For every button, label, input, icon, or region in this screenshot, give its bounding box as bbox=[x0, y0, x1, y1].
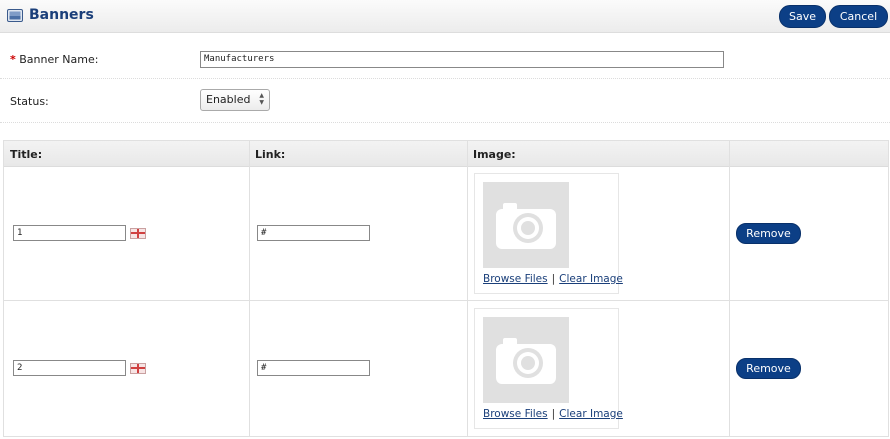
status-label: Status: bbox=[10, 95, 49, 108]
select-arrows-icon: ▲ ▼ bbox=[259, 92, 264, 106]
clear-image-link[interactable]: Clear Image bbox=[559, 408, 623, 420]
status-row: Status: Enabled ▲ ▼ bbox=[0, 86, 890, 123]
status-select[interactable]: Enabled ▲ ▼ bbox=[200, 89, 270, 111]
remove-button[interactable]: Remove bbox=[736, 223, 801, 244]
image-links: Browse Files | Clear Image bbox=[483, 408, 623, 420]
clear-image-link[interactable]: Clear Image bbox=[559, 273, 623, 285]
title-input[interactable]: 1 bbox=[13, 225, 126, 241]
banner-name-label: * Banner Name: bbox=[10, 53, 99, 66]
image-upload-box: Browse Files | Clear Image bbox=[474, 308, 623, 429]
page-header: Banners Save Cancel bbox=[0, 0, 890, 33]
status-select-value: Enabled bbox=[206, 93, 251, 106]
browse-files-link[interactable]: Browse Files bbox=[483, 273, 548, 285]
banner-images-table: Title: Link: Image: 1 # Browse Files | Cle… bbox=[3, 140, 889, 437]
banner-name-input[interactable]: Manufacturers bbox=[200, 51, 724, 68]
table-row: 1 # Browse Files | Clear Image Remove bbox=[4, 167, 888, 301]
language-flag-icon bbox=[130, 228, 146, 239]
image-links: Browse Files | Clear Image bbox=[483, 273, 623, 285]
banner-name-row: * Banner Name: Manufacturers bbox=[0, 40, 890, 79]
image-upload-box: Browse Files | Clear Image bbox=[474, 173, 623, 294]
browse-files-link[interactable]: Browse Files bbox=[483, 408, 548, 420]
column-header-image: Image: bbox=[473, 148, 516, 161]
remove-button[interactable]: Remove bbox=[736, 358, 801, 379]
table-header: Title: Link: Image: bbox=[4, 141, 888, 167]
language-flag-icon bbox=[130, 363, 146, 374]
link-input[interactable]: # bbox=[257, 360, 370, 376]
camera-placeholder-icon bbox=[483, 182, 569, 268]
column-header-title: Title: bbox=[10, 148, 43, 161]
column-header-link: Link: bbox=[255, 148, 286, 161]
banner-image-icon bbox=[7, 9, 23, 22]
link-separator: | bbox=[551, 408, 556, 420]
required-marker: * bbox=[10, 53, 16, 66]
link-input[interactable]: # bbox=[257, 225, 370, 241]
link-separator: | bbox=[551, 273, 556, 285]
camera-placeholder-icon bbox=[483, 317, 569, 403]
title-input[interactable]: 2 bbox=[13, 360, 126, 376]
save-button[interactable]: Save bbox=[779, 5, 826, 28]
page-title: Banners bbox=[29, 7, 94, 23]
cancel-button[interactable]: Cancel bbox=[829, 5, 888, 28]
table-row: 2 # Browse Files | Clear Image Remove bbox=[4, 301, 888, 437]
